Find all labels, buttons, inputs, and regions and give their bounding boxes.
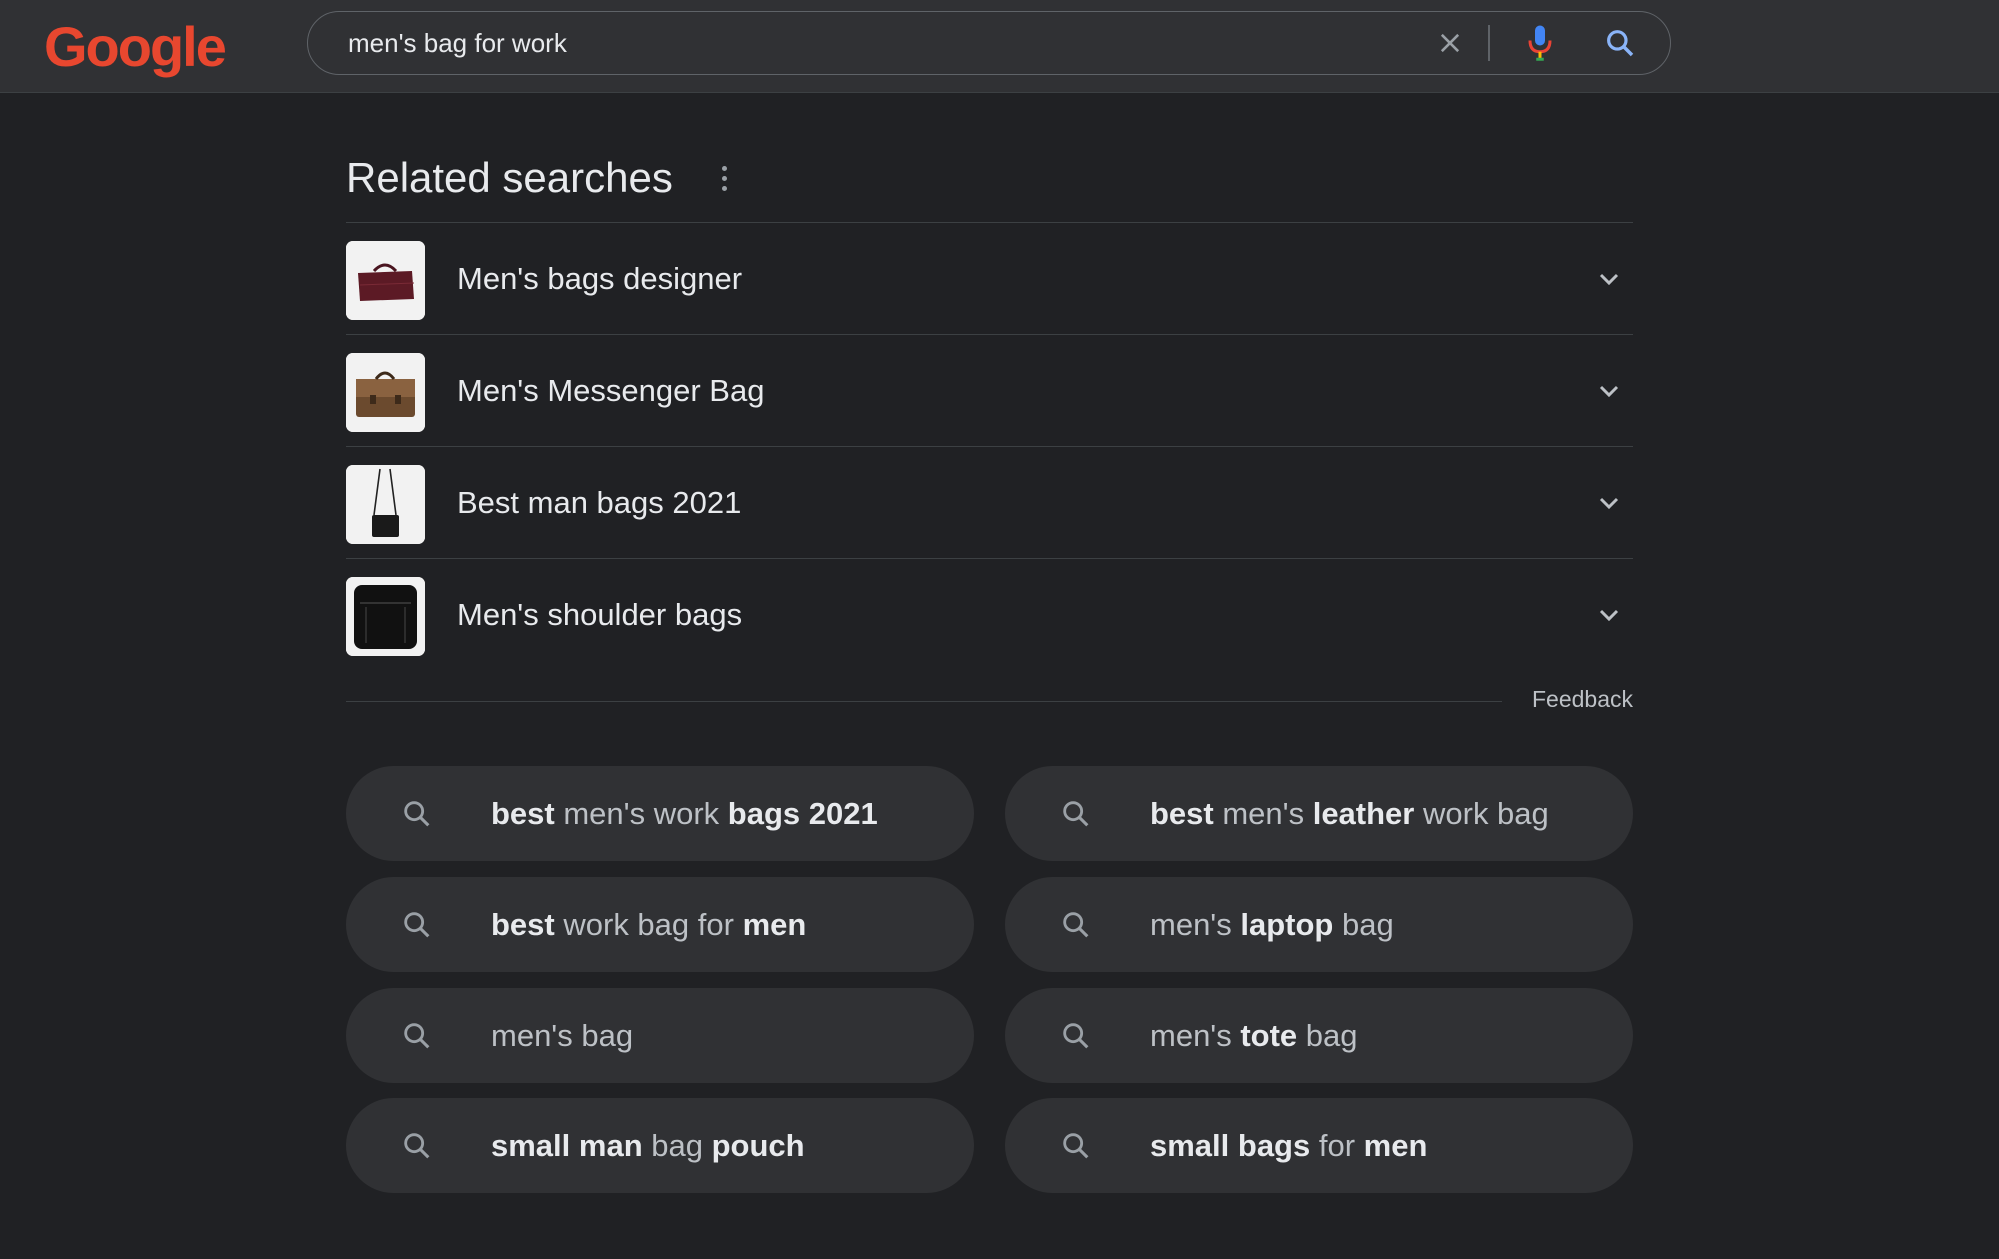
- related-search-item[interactable]: Men's shoulder bags: [346, 558, 1633, 670]
- chip-term: men's bag: [491, 1018, 634, 1053]
- related-search-chip[interactable]: men's bag: [346, 988, 974, 1083]
- chip-label: men's laptop bag: [1150, 877, 1394, 972]
- chip-bold-term: small man: [491, 1128, 643, 1163]
- chip-label: men's bag: [491, 988, 633, 1083]
- search-icon: [1063, 801, 1089, 827]
- feedback-divider: [346, 701, 1502, 702]
- chip-bold-term: pouch: [711, 1128, 805, 1163]
- chip-bold-term: best: [491, 796, 555, 831]
- related-search-chip[interactable]: small man bag pouch: [346, 1098, 974, 1193]
- chip-label: best work bag for men: [491, 877, 806, 972]
- search-icon: [404, 912, 430, 938]
- related-search-chip[interactable]: small bags for men: [1005, 1098, 1633, 1193]
- related-search-label: Men's Messenger Bag: [457, 373, 765, 408]
- search-box-divider: [1488, 25, 1490, 61]
- chevron-down-icon[interactable]: [1593, 487, 1625, 519]
- chip-bold-term: leather: [1312, 796, 1415, 831]
- top-bar: Google men's bag for work: [0, 0, 1999, 93]
- search-icon: [1063, 912, 1089, 938]
- search-icon: [404, 1133, 430, 1159]
- chip-term: men's: [1150, 1018, 1241, 1053]
- related-search-chip[interactable]: best men's work bags 2021: [346, 766, 974, 861]
- mic-icon[interactable]: [1518, 12, 1562, 74]
- chip-term: bag: [1297, 1018, 1358, 1053]
- search-icon: [404, 1023, 430, 1049]
- search-input[interactable]: men's bag for work: [348, 12, 567, 74]
- related-search-label: Men's bags designer: [457, 261, 743, 296]
- chip-term: men's: [1150, 907, 1241, 942]
- logo-text: Google: [44, 15, 227, 78]
- chip-bold-term: bags 2021: [727, 796, 878, 831]
- chip-label: small bags for men: [1150, 1098, 1427, 1193]
- related-search-item[interactable]: Best man bags 2021: [346, 446, 1633, 558]
- search-icon: [1063, 1023, 1089, 1049]
- chip-label: best men's leather work bag: [1150, 766, 1549, 861]
- chip-label: best men's work bags 2021: [491, 766, 878, 861]
- feedback-link[interactable]: Feedback: [1520, 686, 1633, 713]
- chip-bold-term: small bags: [1150, 1128, 1311, 1163]
- chip-label: small man bag pouch: [491, 1098, 805, 1193]
- chip-bold-term: men: [742, 907, 807, 942]
- related-search-chip[interactable]: men's tote bag: [1005, 988, 1633, 1083]
- chip-bold-term: laptop: [1240, 907, 1334, 942]
- chip-bold-term: best: [491, 907, 555, 942]
- chip-term: bag: [1333, 907, 1394, 942]
- chip-bold-term: men: [1363, 1128, 1428, 1163]
- black-crossbody-thumbnail: [346, 465, 425, 544]
- related-searches-list: Men's bags designer Men's Messenger Bag …: [346, 222, 1633, 670]
- maroon-briefcase-thumbnail: [346, 241, 425, 320]
- related-search-chip[interactable]: men's laptop bag: [1005, 877, 1633, 972]
- search-icon[interactable]: [1598, 12, 1642, 74]
- chip-label: men's tote bag: [1150, 988, 1358, 1083]
- related-search-label: Men's shoulder bags: [457, 597, 743, 632]
- black-shoulder-bag-thumbnail: [346, 577, 425, 656]
- chip-term: work bag for: [554, 907, 743, 942]
- related-search-chip[interactable]: best men's leather work bag: [1005, 766, 1633, 861]
- related-search-label: Best man bags 2021: [457, 485, 742, 520]
- chevron-down-icon[interactable]: [1593, 375, 1625, 407]
- related-search-item[interactable]: Men's Messenger Bag: [346, 334, 1633, 446]
- chip-term: men's work: [554, 796, 728, 831]
- chip-bold-term: best: [1150, 796, 1214, 831]
- chevron-down-icon[interactable]: [1593, 599, 1625, 631]
- more-options-icon[interactable]: [712, 160, 736, 196]
- related-searches-heading: Related searches: [346, 154, 673, 201]
- search-icon: [404, 801, 430, 827]
- chip-term: for: [1310, 1128, 1364, 1163]
- search-box[interactable]: men's bag for work: [307, 11, 1671, 75]
- related-search-item[interactable]: Men's bags designer: [346, 222, 1633, 334]
- chip-term: men's: [1213, 796, 1313, 831]
- chevron-down-icon[interactable]: [1593, 263, 1625, 295]
- chip-bold-term: tote: [1240, 1018, 1298, 1053]
- brown-messenger-thumbnail: [346, 353, 425, 432]
- google-doodle-logo[interactable]: Google: [44, 14, 227, 80]
- close-icon[interactable]: [1430, 12, 1470, 74]
- related-search-chip[interactable]: best work bag for men: [346, 877, 974, 972]
- chip-term: bag: [642, 1128, 712, 1163]
- chip-term: work bag: [1414, 796, 1549, 831]
- search-icon: [1063, 1133, 1089, 1159]
